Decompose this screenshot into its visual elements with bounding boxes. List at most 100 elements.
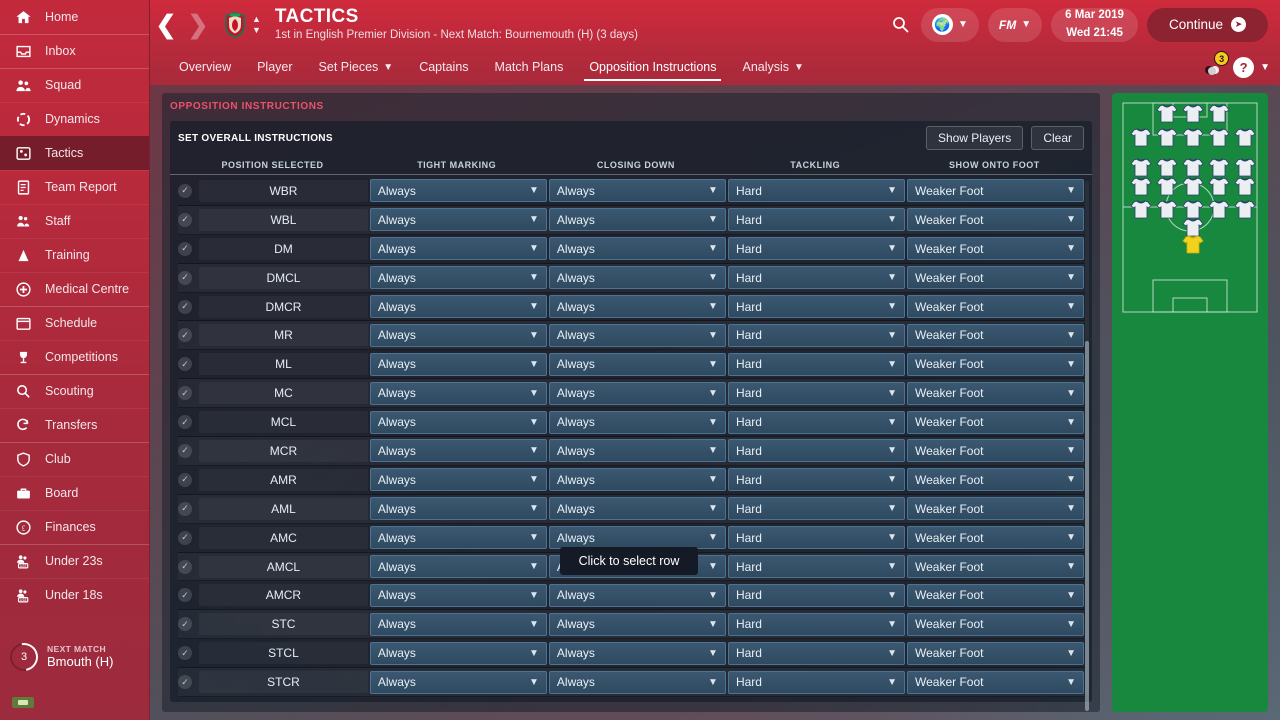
- player-shirt-icon[interactable]: [1208, 177, 1230, 196]
- table-body[interactable]: ✓ WBR Always ▼ Always ▼ Hard ▼ Weaker Foot ▼ ✓ WBL A…: [170, 177, 1092, 698]
- show-onto-foot-dropdown[interactable]: Weaker Foot ▼: [906, 352, 1085, 376]
- tight-marking-dropdown[interactable]: Always ▼: [369, 439, 547, 463]
- show-players-button[interactable]: Show Players: [925, 126, 1024, 150]
- table-row[interactable]: ✓ DMCR Always ▼ Always ▼ Hard ▼ Weaker Foot ▼: [178, 293, 1085, 322]
- tackling-dropdown[interactable]: Hard ▼: [727, 410, 905, 434]
- row-select-checkbox[interactable]: ✓: [178, 299, 192, 314]
- show-onto-foot-dropdown[interactable]: Weaker Foot ▼: [906, 439, 1085, 463]
- sidebar-item-schedule[interactable]: Schedule: [0, 306, 149, 340]
- position-cell[interactable]: STC: [199, 613, 368, 636]
- help-icon[interactable]: ?: [1233, 56, 1255, 78]
- table-row[interactable]: ✓ AMCR Always ▼ Always ▼ Hard ▼ Weaker Foot ▼: [178, 581, 1085, 611]
- sidebar-item-team-report[interactable]: Team Report: [0, 170, 149, 204]
- club-crest-icon[interactable]: [222, 10, 248, 40]
- tackling-dropdown[interactable]: Hard ▼: [727, 641, 905, 665]
- closing-down-dropdown[interactable]: Always ▼: [548, 497, 726, 521]
- closing-down-dropdown[interactable]: Always ▼: [548, 179, 726, 203]
- clear-button[interactable]: Clear: [1031, 126, 1084, 150]
- closing-down-dropdown[interactable]: Always ▼: [548, 439, 726, 463]
- next-match-widget[interactable]: 3 NEXT MATCH Bmouth (H): [0, 630, 150, 684]
- tab-player[interactable]: Player: [244, 49, 305, 85]
- position-cell[interactable]: WBR: [199, 179, 368, 202]
- closing-down-dropdown[interactable]: Always ▼: [548, 237, 726, 261]
- tight-marking-dropdown[interactable]: Always ▼: [369, 208, 547, 232]
- sidebar-item-dynamics[interactable]: Dynamics: [0, 102, 149, 136]
- tab-analysis[interactable]: Analysis ▼: [729, 49, 816, 85]
- row-select-checkbox[interactable]: ✓: [178, 675, 192, 690]
- tight-marking-dropdown[interactable]: Always ▼: [369, 381, 547, 405]
- search-icon[interactable]: [892, 16, 909, 33]
- continue-button[interactable]: Continue ➤: [1146, 7, 1268, 42]
- player-shirt-icon[interactable]: [1208, 104, 1230, 123]
- show-onto-foot-dropdown[interactable]: Weaker Foot ▼: [906, 670, 1085, 694]
- table-row[interactable]: ✓ MCL Always ▼ Always ▼ Hard ▼ Weaker Foot ▼: [178, 408, 1085, 438]
- player-shirt-icon[interactable]: [1156, 104, 1178, 123]
- player-shirt-icon[interactable]: [1208, 158, 1230, 177]
- tackling-dropdown[interactable]: Hard ▼: [727, 497, 905, 521]
- row-select-checkbox[interactable]: ✓: [178, 270, 192, 285]
- tight-marking-dropdown[interactable]: Always ▼: [369, 497, 547, 521]
- row-select-checkbox[interactable]: ✓: [178, 386, 192, 401]
- row-select-checkbox[interactable]: ✓: [178, 443, 192, 458]
- tight-marking-dropdown[interactable]: Always ▼: [369, 237, 547, 261]
- table-row[interactable]: ✓ STCR Always ▼ Always ▼ Hard ▼ Weaker Foot ▼: [178, 668, 1085, 698]
- player-shirt-icon[interactable]: [1156, 128, 1178, 147]
- show-onto-foot-dropdown[interactable]: Weaker Foot ▼: [906, 295, 1085, 318]
- fm-menu-button[interactable]: FM ▼: [987, 7, 1043, 42]
- position-cell[interactable]: MCR: [199, 439, 368, 462]
- tab-captains[interactable]: Captains: [406, 49, 481, 85]
- table-row[interactable]: ✓ MCR Always ▼ Always ▼ Hard ▼ Weaker Foot ▼: [178, 437, 1085, 466]
- tight-marking-dropdown[interactable]: Always ▼: [369, 555, 547, 579]
- tight-marking-dropdown[interactable]: Always ▼: [369, 266, 547, 290]
- tight-marking-dropdown[interactable]: Always ▼: [369, 179, 547, 203]
- show-onto-foot-dropdown[interactable]: Weaker Foot ▼: [906, 555, 1085, 579]
- sidebar-item-tactics[interactable]: Tactics: [0, 136, 149, 170]
- tight-marking-dropdown[interactable]: Always ▼: [369, 352, 547, 376]
- sidebar-item-competitions[interactable]: Competitions: [0, 340, 149, 374]
- player-shirt-icon[interactable]: [1130, 158, 1152, 177]
- table-row[interactable]: ✓ DMCL Always ▼ Always ▼ Hard ▼ Weaker Foot ▼: [178, 264, 1085, 293]
- sidebar-item-squad[interactable]: Squad: [0, 68, 149, 102]
- position-cell[interactable]: AMCR: [199, 584, 368, 607]
- row-select-checkbox[interactable]: ✓: [178, 501, 192, 516]
- table-row[interactable]: ✓ ML Always ▼ Always ▼ Hard ▼ Weaker Foot ▼: [178, 350, 1085, 380]
- tackling-dropdown[interactable]: Hard ▼: [727, 208, 905, 232]
- tackling-dropdown[interactable]: Hard ▼: [727, 612, 905, 636]
- sidebar-item-under-18s[interactable]: U18 Under 18s: [0, 578, 149, 612]
- show-onto-foot-dropdown[interactable]: Weaker Foot ▼: [906, 612, 1085, 636]
- row-select-checkbox[interactable]: ✓: [178, 357, 192, 372]
- closing-down-dropdown[interactable]: Always ▼: [548, 208, 726, 232]
- show-onto-foot-dropdown[interactable]: Weaker Foot ▼: [906, 266, 1085, 290]
- closing-down-dropdown[interactable]: Always ▼: [548, 323, 726, 347]
- row-select-checkbox[interactable]: ✓: [178, 617, 192, 632]
- table-row[interactable]: ✓ WBL Always ▼ Always ▼ Hard ▼ Weaker Foot ▼: [178, 206, 1085, 235]
- tab-overview[interactable]: Overview: [166, 49, 244, 85]
- show-onto-foot-dropdown[interactable]: Weaker Foot ▼: [906, 208, 1085, 232]
- player-shirt-icon[interactable]: [1182, 200, 1204, 219]
- player-shirt-icon[interactable]: [1208, 128, 1230, 147]
- player-shirt-icon[interactable]: [1182, 177, 1204, 196]
- tight-marking-dropdown[interactable]: Always ▼: [369, 468, 547, 492]
- player-shirt-icon[interactable]: [1156, 177, 1178, 196]
- row-select-checkbox[interactable]: ✓: [178, 588, 192, 603]
- position-cell[interactable]: DMCR: [199, 295, 368, 318]
- player-shirt-icon[interactable]: [1208, 200, 1230, 219]
- tackling-dropdown[interactable]: Hard ▼: [727, 179, 905, 203]
- show-onto-foot-dropdown[interactable]: Weaker Foot ▼: [906, 468, 1085, 492]
- position-cell[interactable]: DMCL: [199, 266, 368, 289]
- player-shirt-icon[interactable]: [1182, 128, 1204, 147]
- player-shirt-icon[interactable]: [1234, 158, 1256, 177]
- table-row[interactable]: ✓ STC Always ▼ Always ▼ Hard ▼ Weaker Foot ▼: [178, 610, 1085, 640]
- tackling-dropdown[interactable]: Hard ▼: [727, 583, 905, 607]
- closing-down-dropdown[interactable]: Always ▼: [548, 381, 726, 405]
- closing-down-dropdown[interactable]: Always ▼: [548, 612, 726, 636]
- position-cell[interactable]: WBL: [199, 208, 368, 231]
- table-row[interactable]: ✓ WBR Always ▼ Always ▼ Hard ▼ Weaker Foot ▼: [178, 177, 1085, 206]
- tight-marking-dropdown[interactable]: Always ▼: [369, 641, 547, 665]
- player-shirt-icon[interactable]: [1182, 235, 1204, 254]
- position-cell[interactable]: AMCL: [199, 555, 368, 578]
- player-shirt-icon[interactable]: [1130, 128, 1152, 147]
- show-onto-foot-dropdown[interactable]: Weaker Foot ▼: [906, 526, 1085, 550]
- sidebar-item-scouting[interactable]: Scouting: [0, 374, 149, 408]
- show-onto-foot-dropdown[interactable]: Weaker Foot ▼: [906, 381, 1085, 405]
